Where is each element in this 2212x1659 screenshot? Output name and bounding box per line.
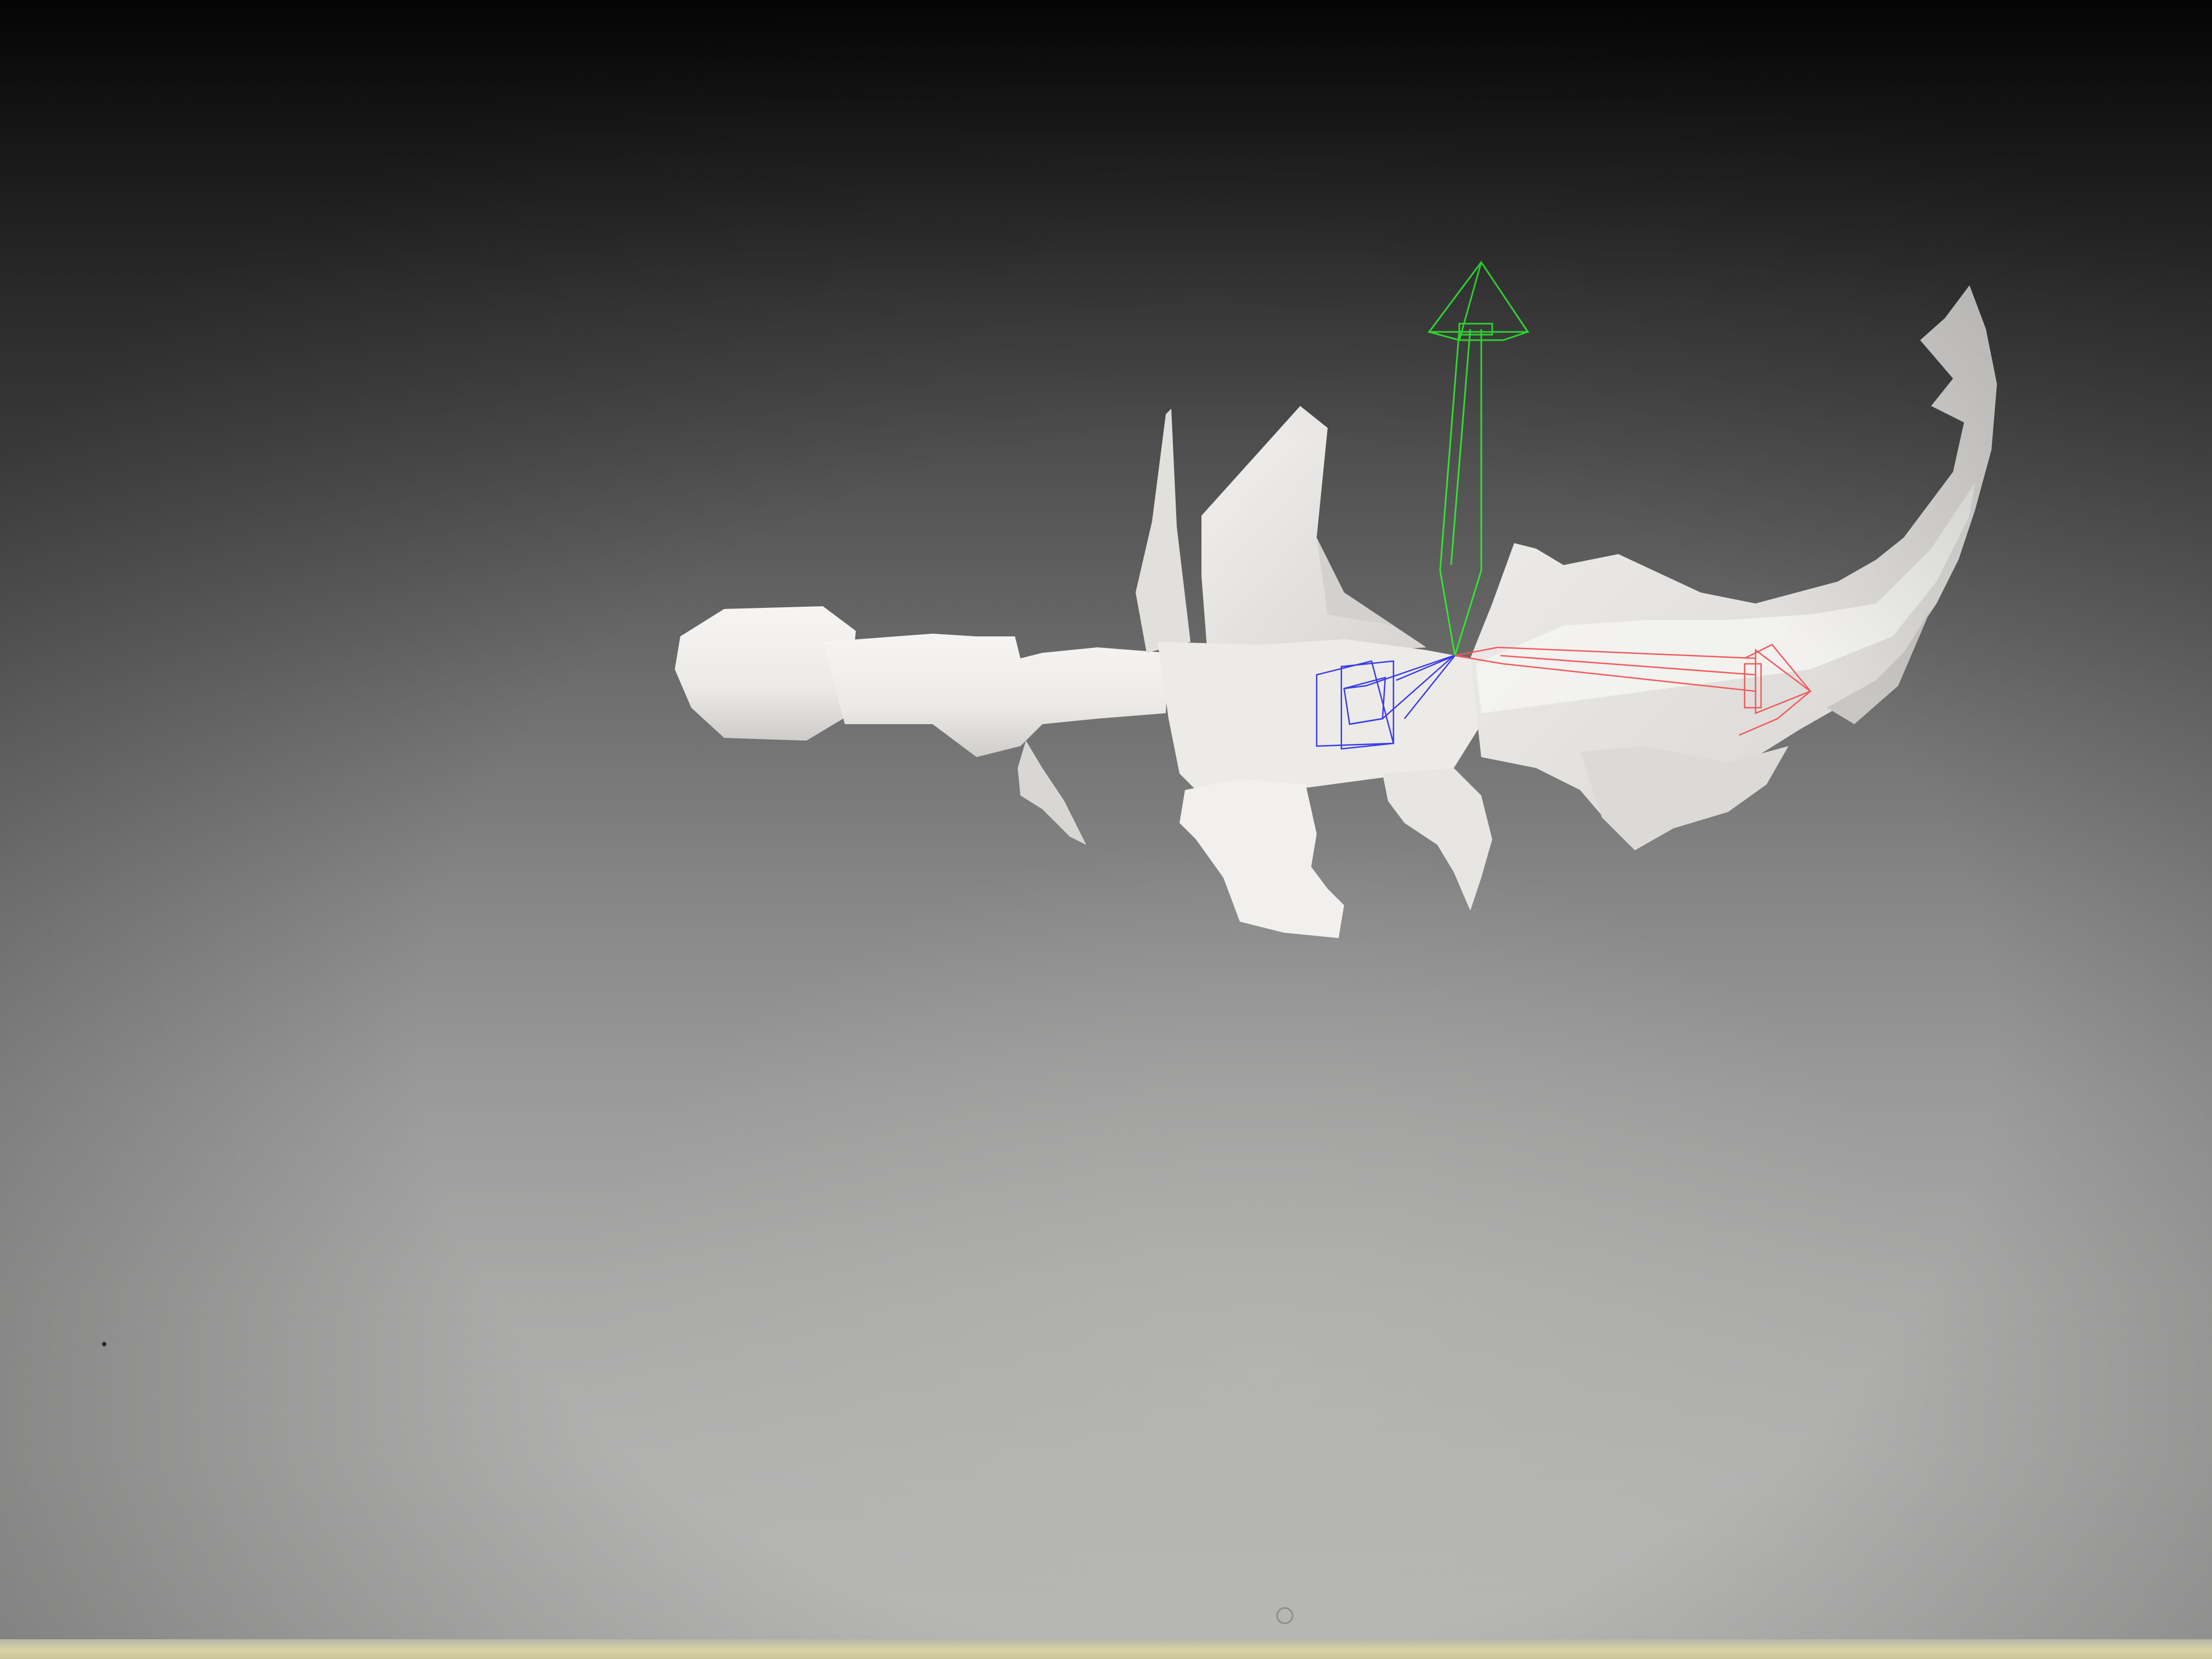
viewport-scene[interactable] [0, 0, 2212, 1659]
upper-spike[interactable] [1136, 409, 1190, 653]
crossguard-fin-upper[interactable] [1201, 406, 1426, 658]
grip[interactable] [823, 634, 1169, 757]
weapon-model[interactable] [675, 285, 1997, 938]
grip-spike[interactable] [1018, 741, 1086, 845]
screen-speck-2 [1276, 1607, 1294, 1624]
blade[interactable] [1470, 285, 1997, 828]
guard-shade-facet [1317, 538, 1393, 625]
crossguard-hook-lower[interactable] [1180, 779, 1344, 938]
crossguard-hook-lower-2[interactable] [1383, 768, 1492, 911]
screen-speck [102, 1342, 106, 1346]
3d-viewport[interactable] [0, 0, 2212, 1659]
blade-lower-edge[interactable] [1580, 746, 1788, 850]
pommel-knob[interactable] [675, 606, 856, 741]
monitor-bottom-edge [0, 1639, 2212, 1659]
